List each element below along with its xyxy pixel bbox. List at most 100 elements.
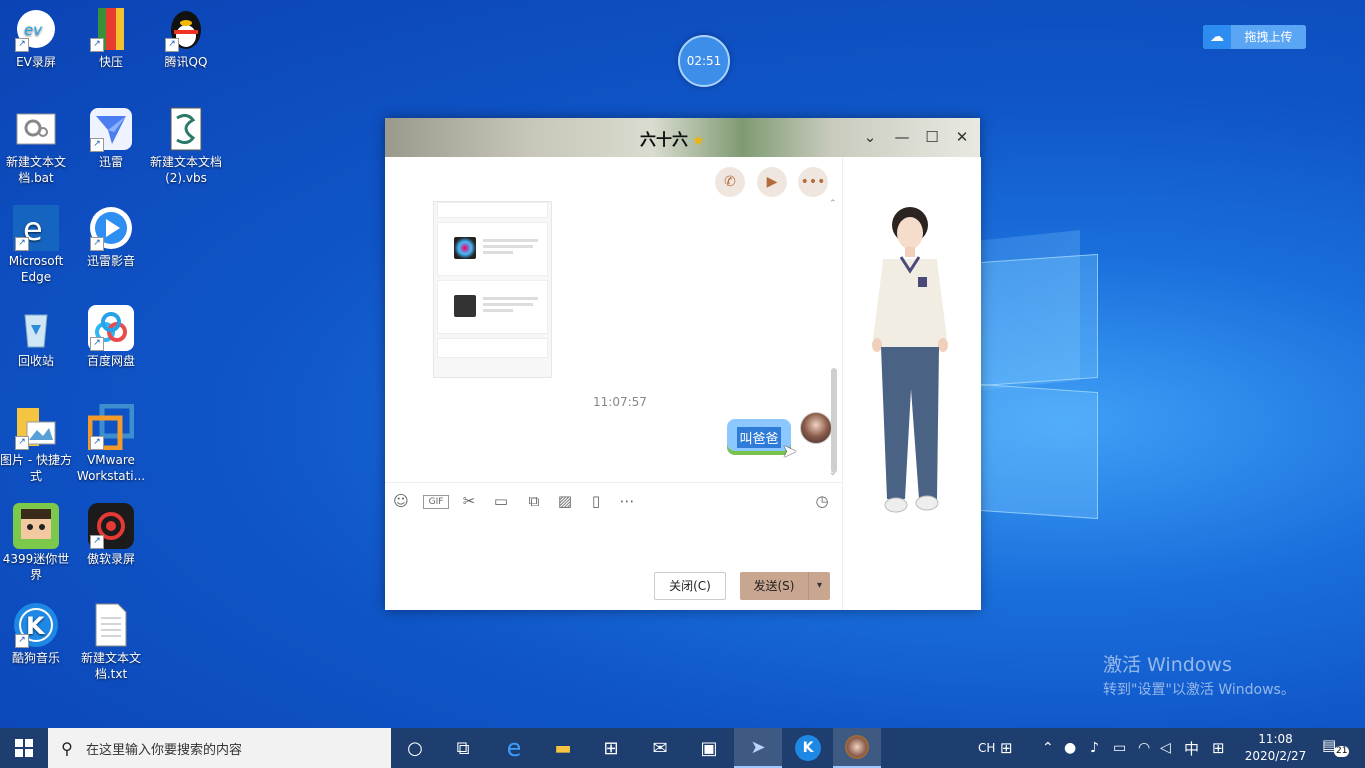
video-call-button[interactable]: ▶ bbox=[757, 167, 787, 197]
taskbar-mail[interactable]: ✉ bbox=[636, 728, 684, 768]
network-icon[interactable]: ◠ bbox=[1138, 728, 1150, 768]
windows-start-icon bbox=[15, 739, 33, 757]
star-icon: ★ bbox=[692, 133, 705, 149]
desktop-icon-4399-mini-world[interactable]: 4399迷你世界 bbox=[0, 503, 72, 583]
drag-upload-widget[interactable]: ☁ 拖拽上传 bbox=[1203, 25, 1306, 49]
desktop-icon-vmware[interactable]: ↗ VMware Workstati... bbox=[75, 404, 147, 484]
taskbar-kugou[interactable]: K bbox=[784, 728, 832, 768]
avatar[interactable] bbox=[800, 412, 832, 444]
kuaiya-icon: ↗ bbox=[88, 6, 134, 52]
scroll-up-icon[interactable]: ⌃ bbox=[829, 199, 837, 209]
taskbar-clock[interactable]: 11:08 2020/2/27 bbox=[1243, 731, 1308, 765]
taskbar: ⚲ 在这里输入你要搜索的内容 ○ ⧉ e ▬ ⊞ ✉ ▣ ➤ K CH ⊞ ⌃ … bbox=[0, 728, 1365, 768]
desktop-icon-kuaiya[interactable]: ↗ 快压 bbox=[75, 6, 147, 70]
ime-mode[interactable]: 中 bbox=[1184, 728, 1199, 768]
minimize-button[interactable]: — bbox=[891, 126, 913, 148]
taskbar-file-explorer[interactable]: ▬ bbox=[539, 728, 587, 768]
start-button[interactable] bbox=[0, 728, 48, 768]
battery-icon[interactable]: ▭ bbox=[1113, 728, 1126, 768]
svg-text:ev: ev bbox=[24, 21, 43, 39]
gif-icon[interactable]: GIF bbox=[423, 495, 449, 509]
task-view-icon: ⧉ bbox=[456, 737, 470, 759]
cortana-circle-icon: ○ bbox=[407, 737, 423, 759]
voice-call-button[interactable]: ✆ bbox=[715, 167, 745, 197]
scissors-icon[interactable]: ✂ bbox=[459, 491, 479, 511]
baidu-netdisk-icon: ↗ bbox=[88, 305, 134, 351]
taskbar-store[interactable]: ⊞ bbox=[587, 728, 635, 768]
character-figure bbox=[872, 207, 948, 513]
search-icon: ⚲ bbox=[61, 738, 73, 758]
chat-title: 六十六 ★ bbox=[640, 130, 705, 149]
folder-pictures-icon: ↗ bbox=[13, 404, 59, 450]
taskbar-edge[interactable]: e bbox=[490, 728, 538, 768]
show-hidden-icons-chevron-up-icon[interactable]: ⌃ bbox=[1042, 728, 1054, 768]
activation-watermark: 激活 Windows 转到"设置"以激活 Windows。 bbox=[1103, 654, 1295, 698]
text-file-icon bbox=[88, 602, 134, 648]
history-clock-icon[interactable]: ◷ bbox=[812, 491, 832, 511]
volume-icon[interactable]: ◁ bbox=[1160, 728, 1171, 768]
photo-icon: ▣ bbox=[700, 737, 718, 759]
desktop-icon-txt-file[interactable]: 新建文本文档.txt bbox=[75, 602, 147, 682]
message-timestamp: 11:07:57 bbox=[593, 395, 647, 409]
desktop-icon-xunlei-player[interactable]: ↗ 迅雷影音 bbox=[75, 205, 147, 269]
microphone-icon[interactable]: ♪ bbox=[1090, 728, 1099, 768]
ime-language[interactable]: CH bbox=[978, 728, 995, 768]
recording-timer[interactable]: 02:51 bbox=[678, 35, 730, 87]
xunlei-player-icon: ↗ bbox=[88, 205, 134, 251]
keyboard-grid-icon[interactable]: ⊞ bbox=[1000, 728, 1013, 768]
more-options-button[interactable]: ••• bbox=[798, 167, 828, 197]
desktop-icon-edge[interactable]: e ↗ Microsoft Edge bbox=[0, 205, 72, 285]
settings-file-icon bbox=[13, 106, 59, 152]
mail-icon: ✉ bbox=[652, 737, 668, 759]
script-file-icon bbox=[163, 106, 209, 152]
shared-screenshot-image[interactable] bbox=[433, 201, 552, 378]
folder-icon[interactable]: ▭ bbox=[491, 491, 511, 511]
taskbar-xunlei[interactable]: ➤ bbox=[734, 728, 782, 768]
folder-icon: ▬ bbox=[554, 737, 572, 759]
vmware-icon: ↗ bbox=[88, 404, 134, 450]
shake-icon[interactable]: ▯ bbox=[586, 491, 606, 511]
more-tools-icon[interactable]: ⋯ bbox=[617, 491, 637, 511]
maximize-button[interactable]: ☐ bbox=[921, 126, 943, 148]
kugou-music-icon: K ↗ bbox=[13, 602, 59, 648]
desktop-icon-pictures-shortcut[interactable]: ↗ 图片 - 快捷方式 bbox=[0, 404, 72, 484]
phone-icon: ✆ bbox=[724, 174, 736, 190]
qq-tray-icon[interactable]: ● bbox=[1064, 728, 1076, 768]
input-toolbar: ☺ GIF ✂ ▭ ⧉ ▨ ▯ ⋯ ◷ bbox=[385, 482, 842, 519]
send-button[interactable]: 发送(S) bbox=[740, 572, 808, 600]
notification-center-button[interactable]: ▤ 21 bbox=[1322, 736, 1350, 758]
screen-share-icon[interactable]: ⧉ bbox=[524, 491, 544, 511]
scroll-down-icon[interactable]: ⌄ bbox=[829, 468, 837, 478]
taskbar-search-box[interactable]: ⚲ 在这里输入你要搜索的内容 bbox=[48, 728, 391, 768]
ime-settings-grid-icon[interactable]: ⊞ bbox=[1212, 728, 1225, 768]
cortana-button[interactable]: ○ bbox=[391, 728, 439, 768]
kugou-icon: K bbox=[795, 735, 821, 761]
desktop-icon-ev-recorder[interactable]: ev ↗ EV录屏 bbox=[0, 6, 72, 70]
close-button[interactable]: 关闭(C) bbox=[654, 572, 726, 600]
chevron-down-icon[interactable]: ⌄ bbox=[859, 126, 881, 148]
desktop-icon-bat-file[interactable]: 新建文本文档.bat bbox=[0, 106, 72, 186]
qq-avatar-icon bbox=[845, 735, 869, 759]
desktop-icon-apowersoft-recorder[interactable]: ↗ 傲软录屏 bbox=[75, 503, 147, 567]
desktop-icon-kugou-music[interactable]: K ↗ 酷狗音乐 bbox=[0, 602, 72, 666]
edge-icon: e bbox=[506, 734, 522, 762]
chat-titlebar[interactable]: 六十六 ★ ⌄ — ☐ ✕ bbox=[385, 118, 980, 157]
task-view-button[interactable]: ⧉ bbox=[439, 728, 487, 768]
desktop-icon-vbs-file[interactable]: 新建文本文档 (2).vbs bbox=[150, 106, 222, 186]
send-options-chevron-icon[interactable]: ▾ bbox=[808, 572, 830, 600]
desktop-icon-xunlei[interactable]: ↗ 迅雷 bbox=[75, 106, 147, 170]
cloud-icon: ☁ bbox=[1203, 25, 1231, 49]
screen-recorder-icon: ↗ bbox=[88, 503, 134, 549]
desktop-icon-recycle-bin[interactable]: 回收站 bbox=[0, 305, 72, 369]
chat-window: 六十六 ★ ⌄ — ☐ ✕ ✆ ▶ ••• ⌃ ⌄ 11:07:57 叫爸爸 ➤ … bbox=[385, 118, 981, 610]
recycle-bin-icon bbox=[13, 305, 59, 351]
emoji-icon[interactable]: ☺ bbox=[391, 491, 411, 511]
image-icon[interactable]: ▨ bbox=[555, 491, 575, 511]
taskbar-qq-chat[interactable] bbox=[833, 728, 881, 768]
desktop-icon-qq[interactable]: ↗ 腾讯QQ bbox=[150, 6, 222, 70]
desktop-icon-baidu-netdisk[interactable]: ↗ 百度网盘 bbox=[75, 305, 147, 369]
store-bag-icon: ⊞ bbox=[603, 737, 619, 759]
message-scrollbar[interactable] bbox=[831, 368, 837, 473]
close-window-button[interactable]: ✕ bbox=[951, 126, 973, 148]
taskbar-pictures[interactable]: ▣ bbox=[685, 728, 733, 768]
